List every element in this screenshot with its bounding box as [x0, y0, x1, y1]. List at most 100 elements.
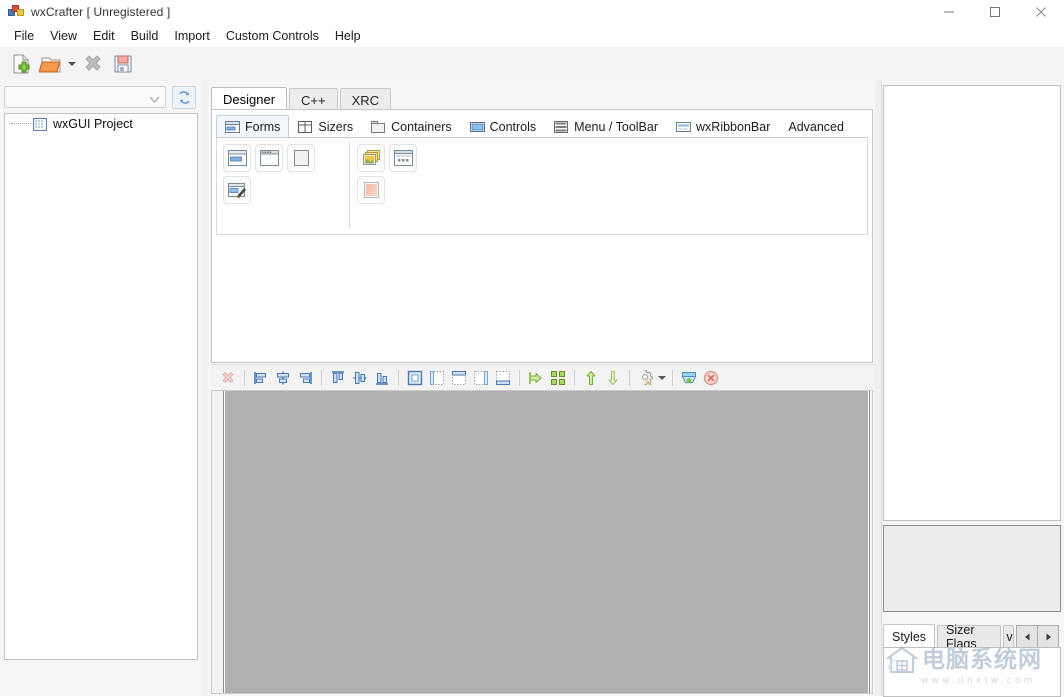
- expand-item-button[interactable]: [525, 367, 547, 389]
- notebook-tabs: Designer C++ XRC: [211, 87, 393, 111]
- refresh-sync-icon[interactable]: [172, 85, 196, 109]
- new-project-button[interactable]: [6, 49, 36, 79]
- fit-item-button[interactable]: [547, 367, 569, 389]
- tree-connector: [11, 123, 31, 125]
- tab-xrc[interactable]: XRC: [339, 88, 392, 111]
- left-panel: wxGUI Project: [0, 81, 203, 696]
- move-down-button[interactable]: [602, 367, 624, 389]
- toolbar-separator: [629, 370, 630, 386]
- menu-item-edit[interactable]: Edit: [85, 26, 123, 46]
- property-grid[interactable]: [883, 85, 1061, 521]
- close-icon[interactable]: [1018, 0, 1064, 24]
- palette-tab-wxribbonbar[interactable]: wxRibbonBar: [667, 115, 779, 137]
- close-project-button: [78, 49, 108, 79]
- gradient-panel-item[interactable]: [357, 176, 385, 204]
- grid-sizer-icon: [298, 120, 313, 133]
- wxcrafter-logo-icon: [8, 5, 24, 19]
- toolbar-separator: [519, 370, 520, 386]
- designer-toolbar: [211, 364, 877, 392]
- menu-item-custom-controls[interactable]: Custom Controls: [218, 26, 327, 46]
- right-panel: Styles Sizer Flags v: [875, 81, 1064, 697]
- project-selector-combo[interactable]: [4, 86, 166, 108]
- palette-tab-controls[interactable]: Controls: [461, 115, 546, 137]
- menu-item-help[interactable]: Help: [327, 26, 369, 46]
- window-controls: [926, 0, 1064, 24]
- project-grid-icon: [33, 117, 47, 131]
- border-bottom-button[interactable]: [492, 367, 514, 389]
- palette-tab-label: Controls: [489, 119, 537, 134]
- menu-list-icon: [554, 120, 569, 133]
- palette-group-forms: [223, 142, 347, 206]
- palette-tab-label: Menu / ToolBar: [574, 119, 659, 134]
- settings-dropdown[interactable]: [657, 367, 667, 389]
- border-all-button[interactable]: [404, 367, 426, 389]
- designer-canvas[interactable]: [223, 391, 870, 693]
- open-project-dropdown[interactable]: [66, 49, 78, 79]
- palette-container: Forms Sizers Containers Controls Menu / …: [211, 109, 873, 363]
- triangle-right-icon[interactable]: [1038, 625, 1059, 648]
- palette-tab-sizers[interactable]: Sizers: [289, 115, 362, 137]
- project-selector-input[interactable]: [9, 88, 151, 106]
- menu-item-import[interactable]: Import: [166, 26, 217, 46]
- palette-tab-containers[interactable]: Containers: [362, 115, 460, 137]
- main-toolbar: [0, 47, 1064, 82]
- chevron-down-icon[interactable]: [149, 93, 160, 107]
- designer-canvas-area[interactable]: [211, 390, 873, 694]
- triangle-left-icon[interactable]: [1016, 625, 1038, 648]
- palette-tab-label: Forms: [245, 119, 281, 134]
- stop-preview-button[interactable]: [700, 367, 722, 389]
- delete-selection-button: [217, 367, 239, 389]
- move-up-button[interactable]: [580, 367, 602, 389]
- border-left-button[interactable]: [426, 367, 448, 389]
- project-tree[interactable]: wxGUI Project: [4, 113, 198, 660]
- palette-tab-advanced[interactable]: Advanced: [779, 115, 853, 137]
- property-tab-styles[interactable]: Styles: [883, 624, 936, 648]
- property-description: [883, 525, 1061, 612]
- wxpanel-item[interactable]: [287, 144, 315, 172]
- form-window-icon: [225, 120, 240, 133]
- palette-tab-label: Advanced: [788, 119, 844, 134]
- palette-tabs: Forms Sizers Containers Controls Menu / …: [212, 110, 872, 137]
- palette-tab-label: Containers: [391, 119, 452, 134]
- minimize-icon[interactable]: [926, 0, 972, 24]
- center-right-splitter[interactable]: [875, 81, 882, 696]
- wxwizard-item[interactable]: [223, 176, 251, 204]
- property-tab-content[interactable]: [883, 647, 1061, 697]
- images-list-item[interactable]: [357, 144, 385, 172]
- palette-group-extras: [357, 142, 427, 206]
- align-right-button[interactable]: [294, 367, 316, 389]
- tab-cpp[interactable]: C++: [289, 88, 338, 111]
- palette-items-area: [216, 137, 868, 235]
- align-bottom-button[interactable]: [371, 367, 393, 389]
- open-project-button[interactable]: [36, 49, 66, 79]
- align-center-horizontal-button[interactable]: [272, 367, 294, 389]
- property-tab-clipped[interactable]: v: [1003, 625, 1014, 648]
- tab-designer[interactable]: Designer: [211, 87, 288, 111]
- title-bar: wxCrafter [ Unregistered ]: [0, 0, 1064, 24]
- align-middle-vertical-button[interactable]: [349, 367, 371, 389]
- palette-tab-label: Sizers: [318, 119, 354, 134]
- menu-item-file[interactable]: File: [6, 26, 42, 46]
- maximize-icon[interactable]: [972, 0, 1018, 24]
- preview-button[interactable]: [678, 367, 700, 389]
- palette-tab-forms[interactable]: Forms: [216, 115, 290, 137]
- align-left-button[interactable]: [250, 367, 272, 389]
- popup-window-item[interactable]: [389, 144, 417, 172]
- border-right-button[interactable]: [470, 367, 492, 389]
- center-panel: Designer C++ XRC Forms Sizers Containers…: [207, 81, 877, 696]
- palette-tab-menu-toolbar[interactable]: Menu / ToolBar: [545, 115, 667, 137]
- tree-item-wxgui-project[interactable]: wxGUI Project: [5, 114, 197, 134]
- menu-item-view[interactable]: View: [42, 26, 85, 46]
- settings-button[interactable]: [635, 367, 657, 389]
- wxdialog-item[interactable]: [255, 144, 283, 172]
- window-title: wxCrafter [ Unregistered ]: [31, 5, 171, 19]
- property-tab-sizer-flags[interactable]: Sizer Flags: [937, 623, 1002, 651]
- control-widget-icon: [469, 121, 485, 133]
- wxframe-item[interactable]: [223, 144, 251, 172]
- toolbar-separator: [574, 370, 575, 386]
- align-top-button[interactable]: [327, 367, 349, 389]
- save-project-button[interactable]: [108, 49, 138, 79]
- menu-item-build[interactable]: Build: [123, 26, 167, 46]
- ribbon-bar-icon: [676, 121, 692, 133]
- border-top-button[interactable]: [448, 367, 470, 389]
